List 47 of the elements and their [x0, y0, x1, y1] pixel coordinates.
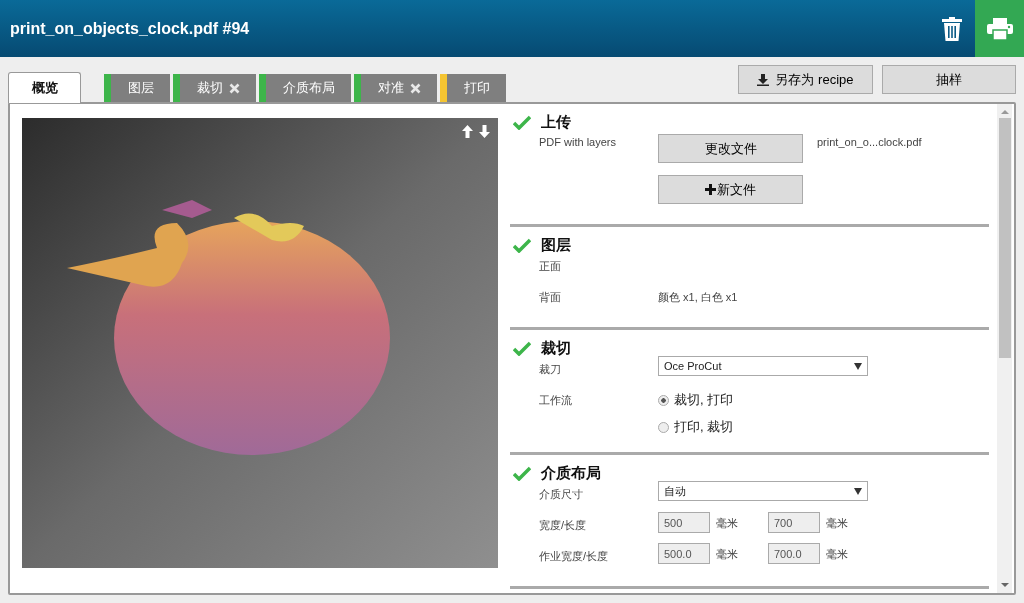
field-label: 作业宽度/长度 — [539, 550, 609, 562]
change-file-button[interactable]: 更改文件 — [658, 134, 803, 163]
number-field[interactable]: 700 — [768, 512, 820, 533]
field-value: 颜色 x1, 白色 x1 — [658, 290, 738, 305]
tab[interactable]: 打印 — [440, 74, 506, 102]
number-field[interactable]: 500.0 — [658, 543, 710, 564]
field-label: PDF with layers — [539, 136, 617, 148]
job-title: print_on_objects_clock.pdf #94 — [10, 19, 250, 38]
close-icon[interactable] — [229, 82, 240, 94]
close-icon[interactable] — [410, 82, 421, 94]
tab[interactable]: 介质布局 — [259, 74, 351, 102]
scrollbar[interactable] — [997, 104, 1012, 593]
file-name: print_on_o...clock.pdf — [817, 135, 922, 148]
print-button[interactable] — [975, 0, 1024, 57]
section-title: 介质布局 — [541, 463, 601, 483]
dropdown[interactable]: 自动 — [658, 481, 868, 501]
unit-label: 毫米 — [716, 547, 739, 562]
radio-option[interactable]: 打印, 裁切 — [658, 418, 734, 436]
unit-label: 毫米 — [826, 516, 849, 531]
field-label: 介质尺寸 — [539, 488, 583, 500]
number-field[interactable]: 500 — [658, 512, 710, 533]
download-icon — [757, 73, 770, 86]
unit-label: 毫米 — [716, 516, 739, 531]
field-label: 裁刀 — [539, 363, 561, 375]
tab[interactable]: 对准 — [354, 74, 437, 102]
tab[interactable]: 裁切 — [173, 74, 256, 102]
field-label: 背面 — [539, 291, 561, 303]
tab[interactable]: 图层 — [104, 74, 170, 102]
field-label: 工作流 — [539, 394, 572, 406]
field-label: 正面 — [539, 260, 561, 272]
tab[interactable]: 概览 — [8, 72, 81, 103]
new-file-button[interactable]: 新文件 — [658, 175, 803, 204]
printer-icon — [986, 17, 1013, 40]
radio-option[interactable]: 裁切, 打印 — [658, 391, 734, 409]
dropdown[interactable]: Oce ProCut — [658, 356, 868, 376]
section-title: 上传 — [541, 112, 571, 132]
action-button[interactable]: 抽样 — [882, 65, 1016, 94]
section-title: 图层 — [541, 235, 571, 255]
arrow-down-icon[interactable] — [479, 125, 490, 138]
plus-icon — [705, 184, 716, 195]
number-field[interactable]: 700.0 — [768, 543, 820, 564]
trash-icon[interactable] — [942, 16, 962, 41]
action-button[interactable]: 另存为 recipe — [738, 65, 873, 94]
field-label: 宽度/长度 — [539, 519, 587, 531]
section-title: 裁切 — [541, 338, 571, 358]
unit-label: 毫米 — [826, 547, 849, 562]
arrow-up-icon[interactable] — [462, 125, 473, 138]
